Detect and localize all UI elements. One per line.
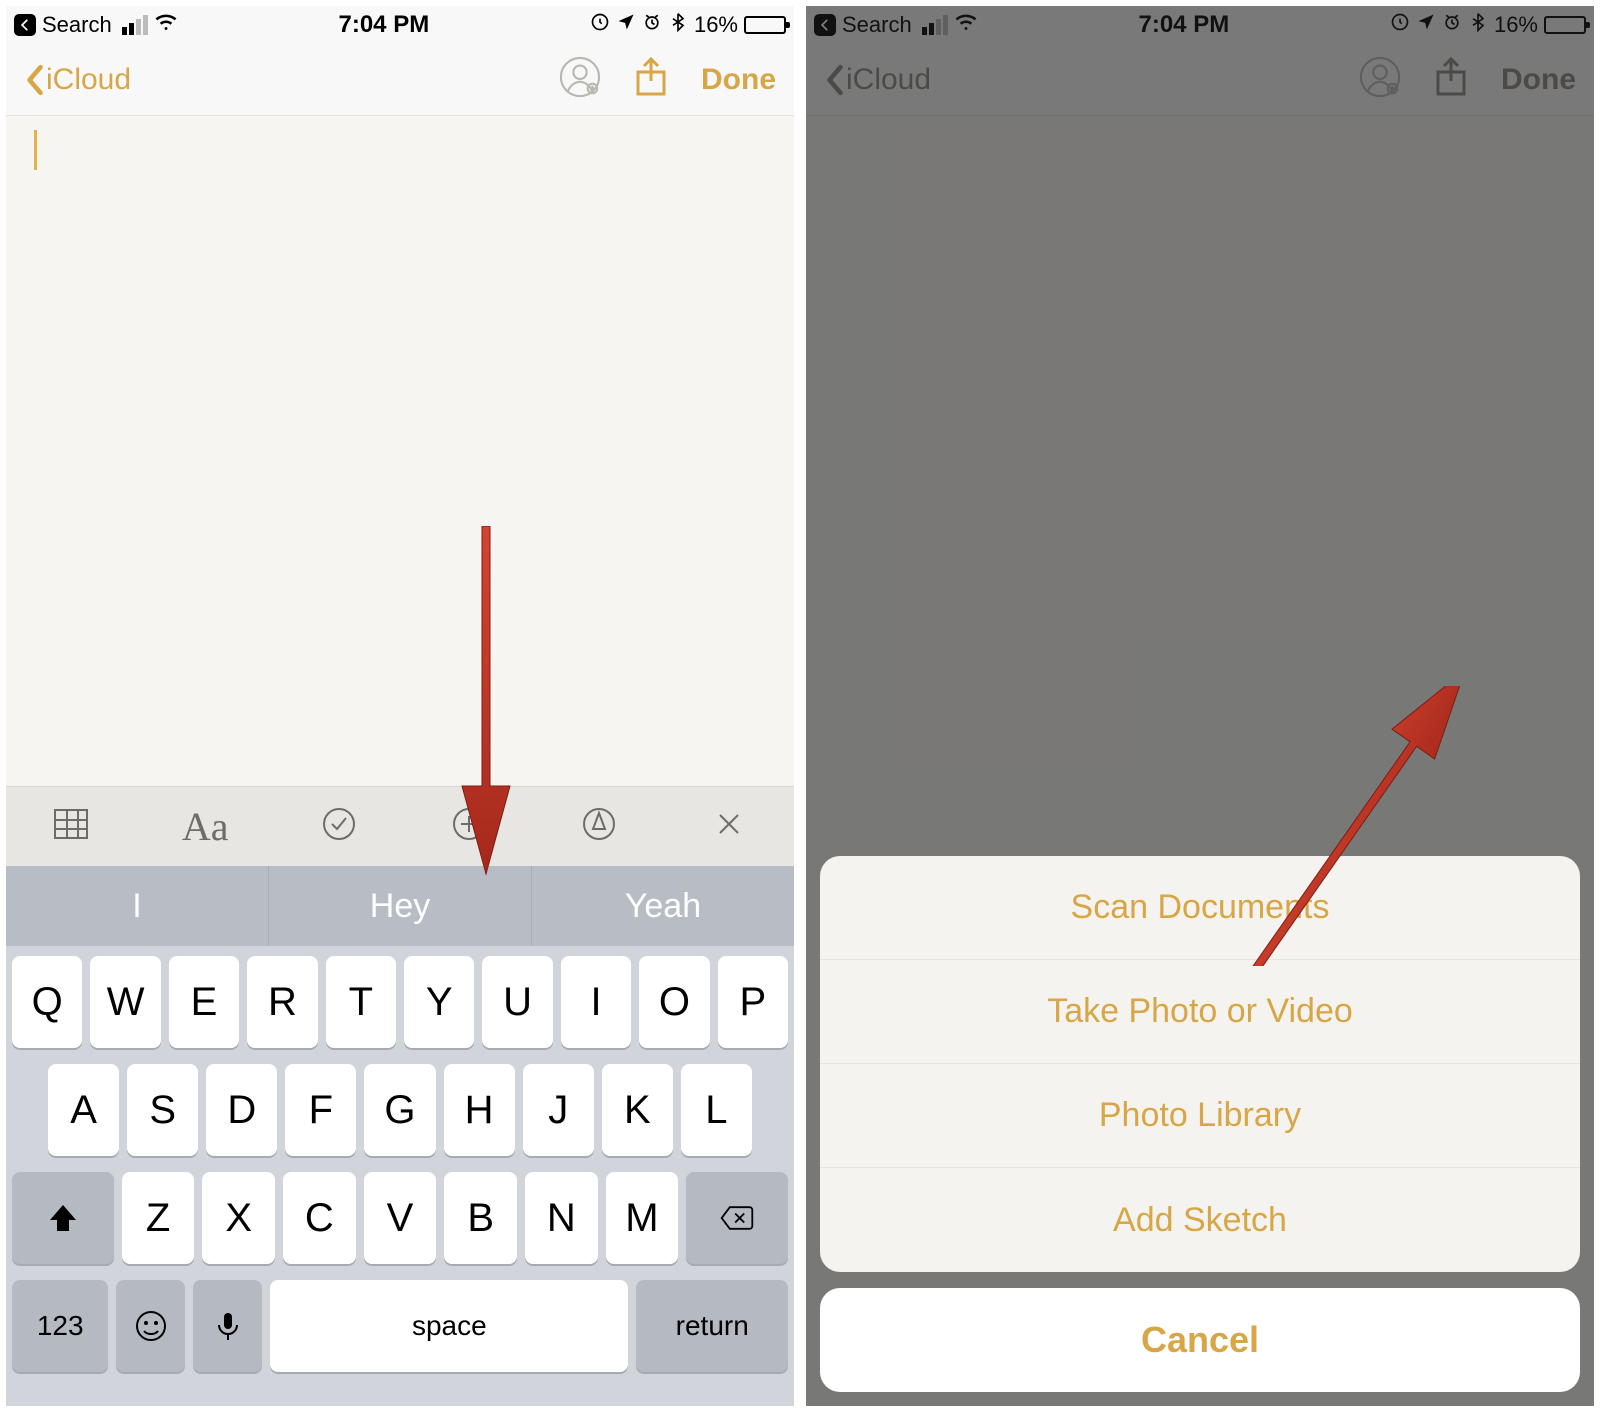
predictive-bar: I Hey Yeah: [6, 866, 794, 946]
key-emoji[interactable]: [116, 1280, 185, 1372]
key-f[interactable]: F: [285, 1064, 356, 1156]
key-h[interactable]: H: [444, 1064, 515, 1156]
key-l[interactable]: L: [681, 1064, 752, 1156]
text-cursor: [34, 130, 37, 170]
key-z[interactable]: Z: [122, 1172, 195, 1264]
key-k[interactable]: K: [602, 1064, 673, 1156]
markup-icon[interactable]: [580, 805, 618, 848]
sheet-photo-library[interactable]: Photo Library: [820, 1064, 1580, 1168]
key-q[interactable]: Q: [12, 956, 82, 1048]
sheet-add-sketch[interactable]: Add Sketch: [820, 1168, 1580, 1272]
key-backspace[interactable]: [686, 1172, 788, 1264]
key-dictation[interactable]: [193, 1280, 262, 1372]
status-bar: Search 7:04 PM 16%: [6, 6, 794, 44]
share-icon[interactable]: [633, 56, 669, 103]
key-c[interactable]: C: [283, 1172, 356, 1264]
sheet-scan-documents[interactable]: Scan Documents: [820, 856, 1580, 960]
key-p[interactable]: P: [718, 956, 788, 1048]
key-g[interactable]: G: [364, 1064, 435, 1156]
key-a[interactable]: A: [48, 1064, 119, 1156]
wifi-icon: [154, 10, 178, 40]
key-j[interactable]: J: [523, 1064, 594, 1156]
bluetooth-icon: [668, 12, 688, 38]
breadcrumb-search-label[interactable]: Search: [42, 12, 112, 38]
key-i[interactable]: I: [561, 956, 631, 1048]
collaborate-icon[interactable]: [559, 56, 601, 103]
sheet-take-photo-video[interactable]: Take Photo or Video: [820, 960, 1580, 1064]
key-numbers[interactable]: 123: [12, 1280, 108, 1372]
action-sheet: Scan Documents Take Photo or Video Photo…: [820, 856, 1580, 1392]
suggestion-0[interactable]: I: [6, 866, 269, 946]
format-toolbar: Aa: [6, 786, 794, 866]
key-y[interactable]: Y: [404, 956, 474, 1048]
suggestion-2[interactable]: Yeah: [532, 866, 794, 946]
cell-signal-icon: [122, 15, 148, 35]
back-button[interactable]: iCloud: [24, 63, 131, 97]
key-x[interactable]: X: [202, 1172, 275, 1264]
alarm-icon: [642, 12, 662, 38]
nav-bar: iCloud Done: [6, 44, 794, 116]
key-shift[interactable]: [12, 1172, 114, 1264]
phone-left: Search 7:04 PM 16% iCloud: [6, 6, 794, 1406]
status-time: 7:04 PM: [338, 11, 429, 39]
back-label: iCloud: [46, 63, 131, 97]
key-s[interactable]: S: [127, 1064, 198, 1156]
location-icon: [616, 12, 636, 38]
key-t[interactable]: T: [326, 956, 396, 1048]
key-r[interactable]: R: [247, 956, 317, 1048]
key-v[interactable]: V: [364, 1172, 437, 1264]
sheet-cancel-button[interactable]: Cancel: [820, 1288, 1580, 1392]
keyboard: Q W E R T Y U I O P A S D F G H J K L: [6, 946, 794, 1406]
key-n[interactable]: N: [525, 1172, 598, 1264]
breadcrumb-back-icon[interactable]: [14, 14, 36, 36]
key-b[interactable]: B: [444, 1172, 517, 1264]
rotation-lock-icon: [590, 12, 610, 38]
done-button[interactable]: Done: [701, 63, 776, 97]
note-editor[interactable]: [6, 116, 794, 786]
phone-right: Search 7:04 PM 16% iCloud: [806, 6, 1594, 1406]
key-m[interactable]: M: [606, 1172, 679, 1264]
key-e[interactable]: E: [169, 956, 239, 1048]
key-space[interactable]: space: [270, 1280, 628, 1372]
key-o[interactable]: O: [639, 956, 709, 1048]
text-style-button[interactable]: Aa: [182, 803, 229, 850]
battery-icon: [744, 16, 786, 34]
action-sheet-group: Scan Documents Take Photo or Video Photo…: [820, 856, 1580, 1272]
key-w[interactable]: W: [90, 956, 160, 1048]
table-icon[interactable]: [52, 805, 90, 848]
key-return[interactable]: return: [636, 1280, 788, 1372]
key-d[interactable]: D: [206, 1064, 277, 1156]
close-toolbar-icon[interactable]: [710, 805, 748, 848]
keyboard-area: Aa I Hey Yeah Q W E R T Y U I O P: [6, 786, 794, 1406]
add-attachment-icon[interactable]: [450, 805, 488, 848]
suggestion-1[interactable]: Hey: [269, 866, 532, 946]
battery-percent: 16%: [694, 12, 738, 38]
checklist-icon[interactable]: [320, 805, 358, 848]
key-u[interactable]: U: [482, 956, 552, 1048]
